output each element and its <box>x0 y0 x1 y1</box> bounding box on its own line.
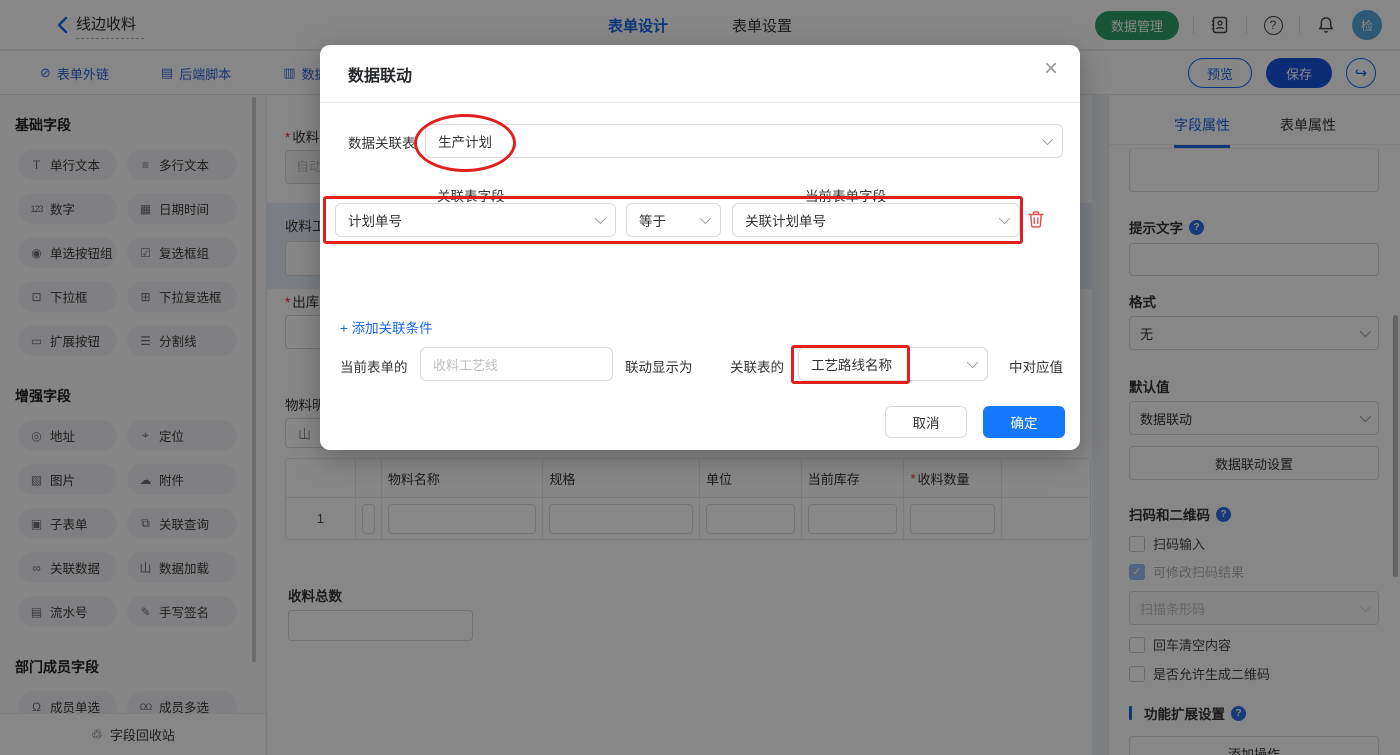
of-table-label: 关联表的 <box>730 360 784 375</box>
linkage-display-label: 联动显示为 <box>625 360 693 375</box>
column-header-left: 关联表字段 <box>437 189 505 204</box>
chevron-down-icon <box>594 212 607 225</box>
corresponding-value-label: 中对应值 <box>1009 360 1063 375</box>
app-root: 线边收料 表单设计 表单设置 数据管理 ? 检 ⊘表单外链 ▤后端脚本 ▥数据权… <box>0 0 1400 755</box>
add-condition-link[interactable]: + 添加关联条件 <box>340 317 433 337</box>
chevron-down-icon <box>699 212 712 225</box>
modal-title: 数据联动 <box>348 68 413 85</box>
confirm-button[interactable]: 确定 <box>983 406 1065 438</box>
modal-header-divider <box>320 102 1080 103</box>
chevron-down-icon <box>1041 133 1054 146</box>
condition-form-field-select[interactable]: 关联计划单号 <box>732 203 1020 237</box>
relation-column-select[interactable]: 工艺路线名称 <box>798 347 988 381</box>
column-header-right: 当前表单字段 <box>805 189 886 204</box>
chevron-down-icon <box>998 212 1011 225</box>
delete-condition-icon[interactable] <box>1027 210 1045 232</box>
data-linkage-modal: 数据联动 × 数据关联表 生产计划 关联表字段 当前表单字段 计划单号 等于 关… <box>320 45 1080 450</box>
current-form-field-input[interactable]: 收料工艺线 <box>420 347 613 381</box>
condition-field-select[interactable]: 计划单号 <box>335 203 616 237</box>
relation-table-select[interactable]: 生产计划 <box>425 124 1063 158</box>
relation-table-label: 数据关联表 <box>348 136 416 151</box>
close-icon[interactable]: × <box>1044 57 1058 81</box>
cancel-button[interactable]: 取消 <box>885 406 967 438</box>
current-form-prefix-label: 当前表单的 <box>340 360 408 375</box>
chevron-down-icon <box>966 356 979 369</box>
condition-operator-select[interactable]: 等于 <box>626 203 721 237</box>
